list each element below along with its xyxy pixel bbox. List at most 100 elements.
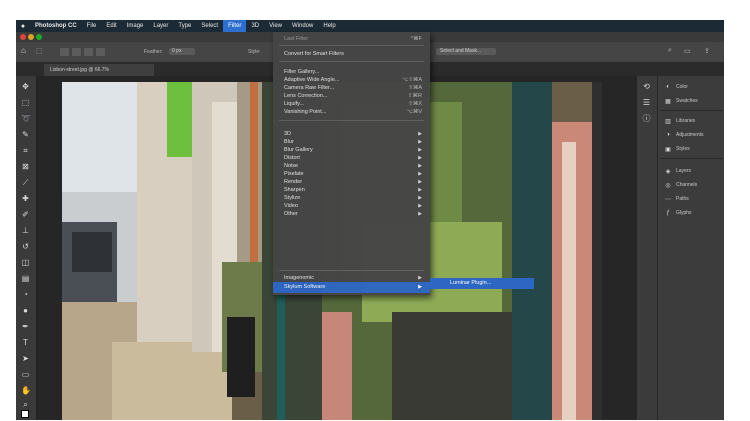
crop-tool-icon[interactable]: ⌗ [21,146,30,155]
adjustments-icon: ◑ [666,132,670,138]
type-tool-icon[interactable]: T [21,338,30,347]
menu-layer[interactable]: Layer [148,20,173,32]
panel-channels-label: Channels [676,182,698,188]
menu-item-render[interactable]: Render ▶ [273,178,430,186]
menu-window[interactable]: Window [287,20,318,32]
properties-panel-icon[interactable]: ☰ [642,98,651,107]
menu-item-video[interactable]: Video ▶ [273,202,430,210]
panel-libraries[interactable]: ▥ Libraries [664,116,695,126]
menu-item-filter-gallery[interactable]: Filter Gallery... [273,68,430,76]
menu-item-adaptive-wide-angle[interactable]: Adaptive Wide Angle... ⌥⇧⌘A [273,76,430,84]
panel-glyphs[interactable]: ƒ Glyphs [664,208,691,218]
menu-item-lens-correction[interactable]: Lens Correction... ⇧⌘R [273,92,430,100]
menu-item-vanishing-point[interactable]: Vanishing Point... ⌥⌘V [273,108,430,116]
menu-item-blur-gallery[interactable]: Blur Gallery ▶ [273,146,430,154]
panel-paths[interactable]: ⋯ Paths [664,194,689,204]
menu-item-sharpen[interactable]: Sharpen ▶ [273,186,430,194]
dodge-tool-icon[interactable]: ● [21,306,30,315]
select-and-mask-button[interactable]: Select and Mask... [436,48,496,55]
menu-type[interactable]: Type [173,20,196,32]
gradient-tool-icon[interactable]: ▤ [21,274,30,283]
panel-styles-label: Styles [676,146,690,152]
menu-item-label: Other [284,211,298,217]
menu-item-stylize[interactable]: Stylize ▶ [273,194,430,202]
panel-channels[interactable]: ◎ Channels [664,180,697,190]
history-panel-icon[interactable]: ⟲ [642,82,651,91]
feather-input[interactable]: 0 px [169,48,195,55]
frame-tool-icon[interactable]: ⊠ [21,162,30,171]
marquee-tool-icon[interactable]: ⬚ [21,98,30,107]
intersect-selection-button[interactable] [96,48,105,56]
hand-tool-icon[interactable]: ✋ [21,386,31,395]
menu-item-skylum-software[interactable]: Skylum Software ▶ [273,282,430,293]
zoom-window-button[interactable] [36,34,42,40]
filter-menu-dropdown: Last Filter ^⌘F Convert for Smart Filters… [273,32,430,295]
menu-select[interactable]: Select [196,20,223,32]
panel-swatches[interactable]: ▦ Swatches [664,96,698,106]
menu-item-camera-raw-filter[interactable]: Camera Raw Filter... ⇧⌘A [273,84,430,92]
menu-image[interactable]: Image [122,20,149,32]
brush-tool-icon[interactable]: ✐ [21,210,30,219]
subtract-selection-button[interactable] [84,48,93,56]
menu-separator [279,120,424,121]
menu-item-shortcut: ^⌘F [410,36,422,42]
panel-adjustments[interactable]: ◑ Adjustments [664,130,704,140]
menu-filter[interactable]: Filter [223,20,247,32]
menu-item-label: Imagenomic [284,275,314,281]
menu-item-convert-smart-filters[interactable]: Convert for Smart Filters [273,50,430,58]
panel-color[interactable]: ◐ Color [664,82,688,92]
clone-stamp-tool-icon[interactable]: ⊥ [21,226,30,235]
close-window-button[interactable] [20,34,26,40]
menu-item-blur[interactable]: Blur ▶ [273,138,430,146]
pen-tool-icon[interactable]: ✒ [21,322,30,331]
eyedropper-tool-icon[interactable]: ⟋ [21,178,30,187]
menu-item-imagenomic[interactable]: Imagenomic ▶ [273,274,430,282]
menu-item-label: Last Filter [284,36,309,42]
menu-file[interactable]: File [82,20,102,32]
menu-edit[interactable]: Edit [101,20,121,32]
select-and-mask-label: Select and Mask... [440,48,482,54]
document-tab[interactable]: Lisbon-street.jpg @ 66.7% [44,64,154,76]
photoshop-window: ● Photoshop CC File Edit Image Layer Typ… [16,20,724,420]
marquee-tool-icon[interactable]: ⬚ [36,47,43,55]
menu-item-pixelate[interactable]: Pixelate ▶ [273,170,430,178]
history-brush-tool-icon[interactable]: ↺ [21,242,30,251]
menu-item-distort[interactable]: Distort ▶ [273,154,430,162]
skylum-submenu[interactable]: Luminar Plugin... [430,278,534,289]
menu-3d[interactable]: 3D [246,20,264,32]
menu-help[interactable]: Help [318,20,340,32]
home-icon[interactable]: ⌂ [21,46,26,55]
minimize-window-button[interactable] [28,34,34,40]
zoom-tool-icon[interactable]: ⌕ [21,400,30,409]
panel-styles[interactable]: ▣ Styles [664,144,690,154]
menu-item-label: Filter Gallery... [284,69,320,75]
path-select-tool-icon[interactable]: ➤ [21,354,30,363]
workspace-icon[interactable]: ▭ [684,47,691,55]
share-icon[interactable]: ⇪ [704,47,710,55]
new-selection-button[interactable] [60,48,69,56]
apple-icon[interactable]: ● [16,23,30,30]
panel-layers[interactable]: ◈ Layers [664,166,691,176]
panel-adjustments-label: Adjustments [676,132,704,138]
search-icon[interactable]: ⌕ [668,47,672,55]
menu-item-last-filter[interactable]: Last Filter ^⌘F [273,35,430,43]
menu-item-3d[interactable]: 3D ▶ [273,130,430,138]
quick-select-tool-icon[interactable]: ✎ [21,130,30,139]
menu-app-name[interactable]: Photoshop CC [30,20,82,32]
add-selection-button[interactable] [72,48,81,56]
eraser-tool-icon[interactable]: ◫ [21,258,30,267]
move-tool-icon[interactable]: ✥ [21,82,30,91]
info-panel-icon[interactable]: ⓘ [642,114,651,123]
lasso-tool-icon[interactable]: ➰ [21,114,31,123]
color-swatches-icon[interactable] [21,410,31,418]
healing-brush-tool-icon[interactable]: ✚ [21,194,30,203]
shape-tool-icon[interactable]: ▭ [21,370,30,379]
menu-item-noise[interactable]: Noise ▶ [273,162,430,170]
menu-view[interactable]: View [264,20,287,32]
panel-libraries-label: Libraries [676,118,696,124]
menu-item-liquify[interactable]: Liquify... ⇧⌘X [273,100,430,108]
submenu-item-luminar-plugin[interactable]: Luminar Plugin... [430,280,491,286]
blur-tool-icon[interactable]: ◔ [21,290,30,299]
menu-item-other[interactable]: Other ▶ [273,210,430,218]
swatches-icon: ▦ [665,98,671,105]
